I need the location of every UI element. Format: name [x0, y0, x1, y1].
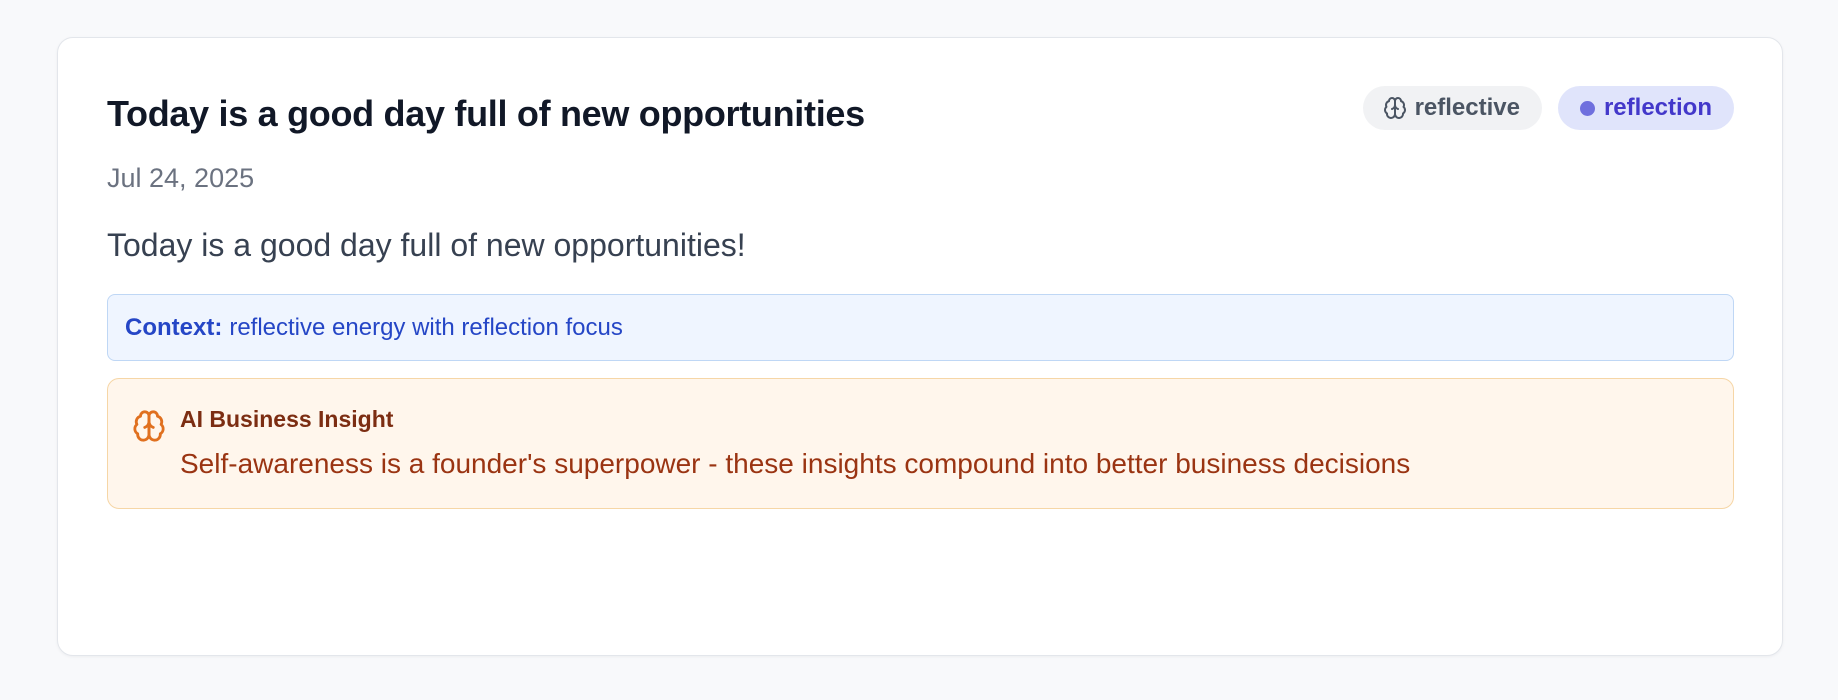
mood-badge: reflective — [1362, 86, 1542, 130]
brain-icon — [133, 410, 165, 442]
entry-date: Jul 24, 2025 — [107, 163, 255, 193]
brain-icon — [1383, 97, 1406, 119]
journal-entry-card: Today is a good day full of new opportun… — [57, 37, 1783, 656]
context-box: Context: reflective energy with reflecti… — [107, 294, 1734, 361]
entry-badges: reflective reflection — [1362, 86, 1734, 130]
ai-insight-box: AI Business Insight Self-awareness is a … — [107, 378, 1734, 509]
focus-badge-label: reflection — [1603, 94, 1712, 121]
insight-text: Self-awareness is a founder's superpower… — [180, 448, 1411, 479]
focus-dot-icon — [1579, 100, 1595, 116]
focus-badge: reflection — [1557, 86, 1734, 130]
insight-title: AI Business Insight — [180, 406, 394, 432]
context-label: Context: — [125, 313, 223, 341]
entry-title: Today is a good day full of new opportun… — [107, 93, 865, 134]
entry-content: Today is a good day full of new opportun… — [107, 227, 746, 263]
mood-badge-label: reflective — [1414, 94, 1520, 121]
context-text: reflective energy with reflection focus — [229, 313, 623, 341]
